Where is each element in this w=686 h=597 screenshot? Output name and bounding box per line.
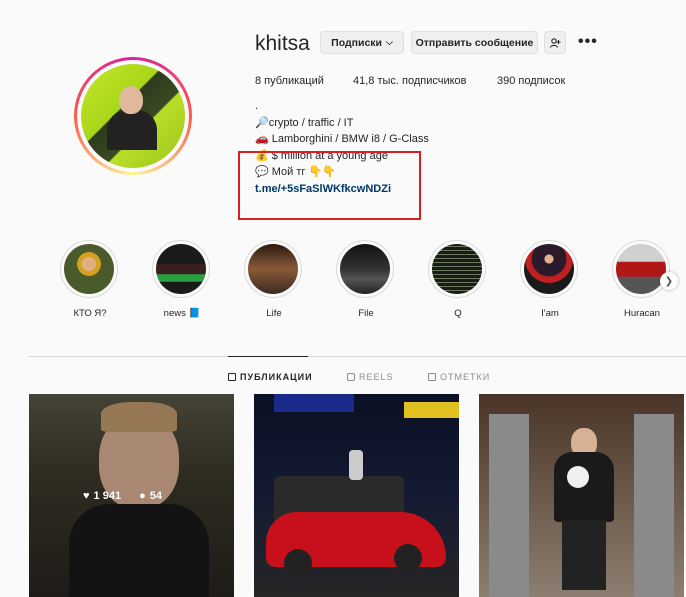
comments-count: 54 [149, 490, 162, 502]
bio-line: 🚗 Lamborghini / BMW i8 / G-Class [255, 133, 429, 145]
highlight-label: КТО Я? [73, 308, 107, 319]
highlight-item[interactable]: Q [428, 240, 488, 319]
profile-username: khitsa [255, 32, 310, 55]
add-user-icon [549, 37, 561, 48]
following-count[interactable]: 390 подписок [497, 75, 565, 87]
annotation-highlight-box [238, 151, 421, 220]
tab-reels[interactable]: REELS [347, 372, 394, 382]
bio-line: . [255, 100, 259, 112]
send-message-button[interactable]: Отправить сообщение [411, 31, 538, 54]
highlight-item[interactable]: I'am [520, 240, 580, 319]
active-tab-indicator [228, 356, 308, 357]
highlight-item[interactable]: File [336, 240, 396, 319]
tab-posts-label: ПУБЛИКАЦИИ [240, 372, 313, 382]
grid-icon [228, 373, 236, 381]
highlight-item[interactable]: Life [244, 240, 304, 319]
post-thumbnail[interactable]: ♥ 1 941 ● 54 [29, 394, 234, 597]
chevron-down-icon: ⌵ [386, 37, 393, 47]
tab-reels-label: REELS [359, 372, 394, 382]
bio-line: 🔎crypto / traffic / IT [255, 116, 354, 129]
highlight-label: Huracan [624, 308, 660, 319]
post-thumbnail[interactable] [479, 394, 684, 597]
reels-icon [347, 373, 355, 381]
highlight-item[interactable]: news 📘 [152, 240, 212, 319]
highlight-label: news 📘 [163, 308, 201, 319]
chevron-right-icon[interactable]: ❯ [660, 272, 678, 290]
tab-tagged-label: ОТМЕТКИ [440, 372, 491, 382]
heart-icon: ♥ [83, 490, 90, 502]
highlight-label: Q [454, 308, 462, 319]
following-button[interactable]: Подписки ⌵ [320, 31, 404, 54]
more-options-icon[interactable]: ••• [578, 33, 598, 51]
suggest-users-button[interactable] [544, 31, 566, 54]
highlight-label: Life [266, 308, 282, 319]
followers-count[interactable]: 41,8 тыс. подписчиков [353, 75, 467, 87]
highlight-label: I'am [541, 308, 559, 319]
tabs-divider [28, 356, 686, 357]
tagged-icon [428, 373, 436, 381]
highlight-label: File [358, 308, 374, 319]
likes-count: 1 941 [93, 490, 122, 502]
tab-posts[interactable]: ПУБЛИКАЦИИ [228, 372, 313, 382]
comment-icon: ● [139, 490, 146, 502]
posts-count: 8 публикаций [255, 75, 324, 87]
tab-tagged[interactable]: ОТМЕТКИ [428, 372, 490, 382]
post-thumbnail[interactable] [254, 394, 459, 597]
send-message-label: Отправить сообщение [415, 36, 534, 49]
profile-avatar[interactable] [74, 57, 192, 175]
post-stats: ♥ 1 941 ● 54 [83, 490, 162, 502]
following-label: Подписки [331, 36, 382, 49]
highlight-item[interactable]: КТО Я? [60, 240, 120, 319]
